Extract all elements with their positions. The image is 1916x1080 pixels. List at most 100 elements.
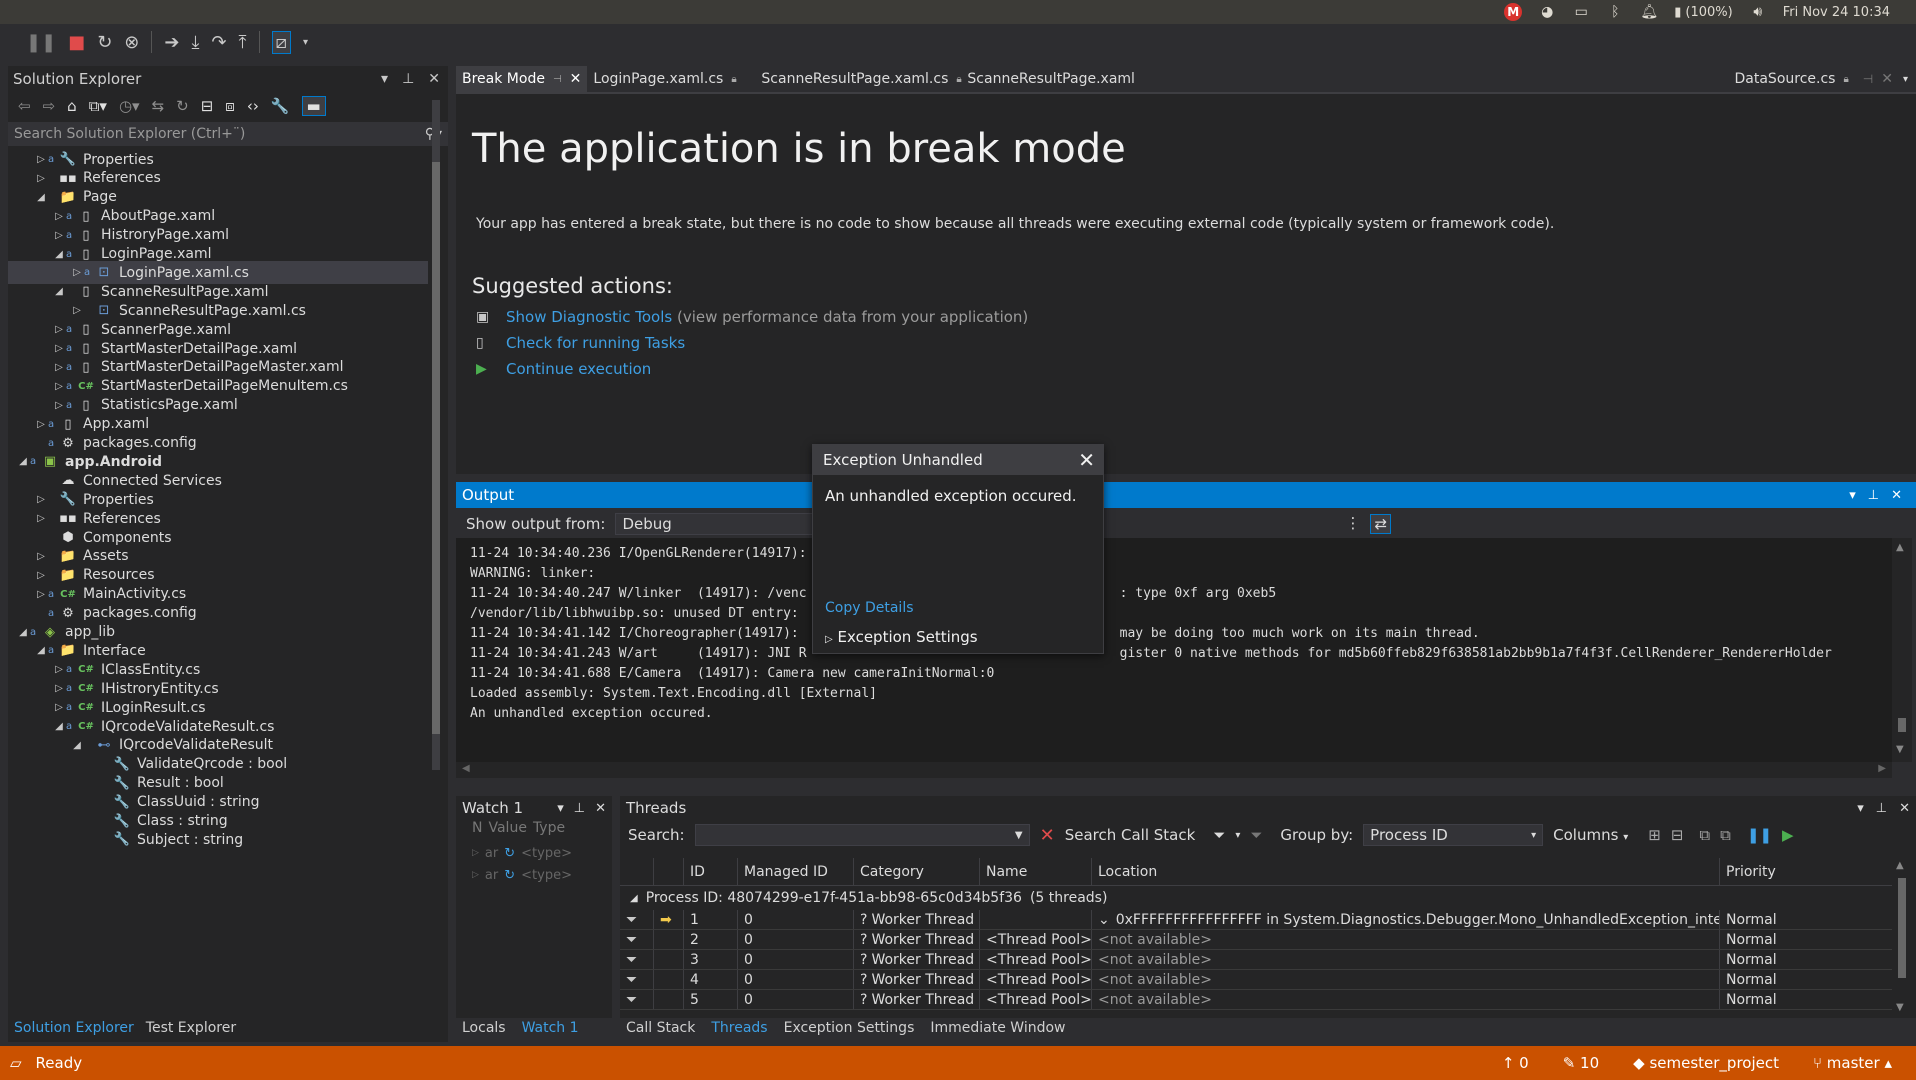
discord-icon[interactable]: ◕ xyxy=(1538,4,1556,20)
expand-arrow-icon[interactable]: ▷ xyxy=(34,173,48,184)
pin-icon[interactable]: ⊥ xyxy=(1868,488,1879,503)
forward-icon[interactable]: ⇨ xyxy=(43,97,56,115)
stop-icon[interactable]: ■ xyxy=(68,32,85,53)
play-icon[interactable]: ▶ xyxy=(1782,826,1794,844)
mail-icon[interactable]: M xyxy=(1504,3,1523,21)
tab-test-explorer[interactable]: Test Explorer xyxy=(140,1020,242,1042)
pending-changes[interactable]: ✎ 10 xyxy=(1563,1054,1599,1072)
clear-filter-icon[interactable]: ⏷ xyxy=(1250,826,1262,844)
flag-icon[interactable]: ⏷ xyxy=(620,950,654,969)
pin-icon[interactable]: ⊥ xyxy=(402,71,414,87)
pin-icon[interactable]: ⊥ xyxy=(1876,801,1887,816)
close-icon[interactable]: ✕ xyxy=(428,71,440,87)
tab-immediate-window[interactable]: Immediate Window xyxy=(924,1020,1071,1042)
expand-arrow-icon[interactable]: ▷ xyxy=(34,154,48,165)
table-row[interactable]: ⏷ ➡ 1 0? Worker Thread ⌄ 0xFFFFFFFFFFFFFFFF … xyxy=(620,910,1896,930)
collapse-arrow-icon[interactable]: ◢ xyxy=(16,627,30,638)
expand-arrow-icon[interactable]: ▷ xyxy=(52,362,66,373)
process-group-row[interactable]: ◢ Process ID: 48074299-e17f-451a-bb98-65… xyxy=(620,886,1896,910)
collapse-arrow-icon[interactable]: ◢ xyxy=(70,740,84,751)
watch-col-name[interactable]: N xyxy=(472,820,482,842)
col-flag[interactable] xyxy=(620,858,654,885)
refresh-icon[interactable]: ↻ xyxy=(504,868,515,883)
col-name[interactable]: Name xyxy=(980,858,1092,885)
flag-icon[interactable]: ⏷ xyxy=(620,970,654,989)
expand-groups-icon[interactable]: ⊞ xyxy=(1648,826,1661,844)
clock[interactable]: Fri Nov 24 10:34 xyxy=(1783,5,1890,20)
output-log[interactable]: 11-24 10:34:40.236 I/OpenGLRenderer(1491… xyxy=(456,538,1892,762)
thaw-threads-icon[interactable]: ⧉ xyxy=(1720,826,1731,844)
refresh-icon[interactable]: ↻ xyxy=(176,97,189,115)
collapse-all-icon[interactable]: ⊟ xyxy=(201,97,214,115)
collapse-arrow-icon[interactable]: ◢ xyxy=(34,192,48,203)
chevron-down-icon[interactable]: ⌄ xyxy=(1098,912,1110,928)
search-input[interactable]: Search Solution Explorer (Ctrl+¨) xyxy=(14,126,245,142)
copy-details-link[interactable]: Copy Details xyxy=(825,600,914,616)
restart-icon[interactable]: ↻ xyxy=(97,32,112,53)
freeze-threads-icon[interactable]: ⧉ xyxy=(1699,826,1710,844)
expand-arrow-icon[interactable]: ▷ xyxy=(52,683,66,694)
expand-arrow-icon[interactable]: ▷ xyxy=(52,343,66,354)
watch-row[interactable]: ▷ ar ↻ <type> xyxy=(456,864,612,886)
toolbar-overflow-icon[interactable]: ▾ xyxy=(303,37,308,48)
filter-icon[interactable]: ⏷ xyxy=(1213,826,1225,844)
sync-icon[interactable]: ⇆ xyxy=(152,97,165,115)
view-code-icon[interactable]: ‹› xyxy=(247,97,259,115)
toggle-output-icon[interactable]: ⇄ xyxy=(1370,514,1392,534)
tree-item[interactable]: 🔧 Subject : string xyxy=(8,828,428,851)
expand-arrow-icon[interactable]: ▷ xyxy=(52,664,66,675)
pin-icon[interactable]: ⊣ xyxy=(553,74,562,85)
properties-icon[interactable]: 🔧 xyxy=(271,97,290,115)
collapse-arrow-icon[interactable]: ◢ xyxy=(630,893,638,904)
col-category[interactable]: Category xyxy=(854,858,980,885)
output-horizontal-scrollbar[interactable]: ◀ ▶ xyxy=(456,762,1892,778)
volume-icon[interactable]: 🔊︎ xyxy=(1749,4,1767,20)
refresh-icon[interactable]: ↻ xyxy=(504,846,515,861)
tab-threads[interactable]: Threads xyxy=(705,1020,773,1042)
detach-icon[interactable]: ⊗ xyxy=(124,32,139,53)
step-out-icon[interactable]: ⤒ xyxy=(239,32,247,53)
expand-arrow-icon[interactable]: ▷ xyxy=(52,381,66,392)
table-row[interactable]: ⏷ 4 0? Worker Thread <Thread Pool> <not avai… xyxy=(620,970,1896,990)
dropdown-icon[interactable]: ▾ xyxy=(557,801,564,816)
bluetooth-icon[interactable]: ᛒ xyxy=(1606,4,1624,20)
threads-search-input[interactable]: ▼ xyxy=(694,824,1030,846)
screen-icon[interactable]: ▭ xyxy=(1572,4,1590,20)
flag-icon[interactable]: ⏷ xyxy=(620,990,654,1009)
battery-indicator[interactable]: ▮ (100%) xyxy=(1674,5,1732,20)
expand-arrow-icon[interactable]: ▷ xyxy=(52,230,66,241)
show-all-files-icon[interactable]: ⧈ xyxy=(225,97,235,115)
back-icon[interactable]: ⇦ xyxy=(18,97,31,115)
close-icon[interactable]: ✕ xyxy=(1078,448,1095,472)
bell-icon[interactable]: 🔔︎ xyxy=(1640,4,1658,20)
expand-arrow-icon[interactable]: ▷ xyxy=(34,513,48,524)
tab-break-mode[interactable]: Break Mode ⊣ ✕ xyxy=(456,66,588,92)
flag-icon[interactable]: ⏷ xyxy=(620,930,654,949)
col-location[interactable]: Location xyxy=(1092,858,1720,885)
col-current[interactable] xyxy=(654,858,684,885)
show-diagnostic-tools-link[interactable]: Show Diagnostic Tools xyxy=(506,308,672,326)
close-icon[interactable]: ✕ xyxy=(570,71,582,87)
table-row[interactable]: ⏷ 5 0? Worker Thread <Thread Pool> <not avai… xyxy=(620,990,1896,1010)
expand-arrow-icon[interactable]: ▷ xyxy=(52,211,66,222)
expand-arrow-icon[interactable]: ▷ xyxy=(70,267,84,278)
expand-arrow-icon[interactable]: ▷ xyxy=(34,589,48,600)
collapse-groups-icon[interactable]: ⊟ xyxy=(1671,826,1684,844)
dropdown-icon[interactable]: ▾ xyxy=(1849,488,1856,503)
table-row[interactable]: ⏷ 3 0? Worker Thread <Thread Pool> <not avai… xyxy=(620,950,1896,970)
close-icon[interactable]: ✕ xyxy=(1881,71,1893,87)
expand-arrow-icon[interactable]: ▷ xyxy=(52,400,66,411)
pause-icon[interactable]: ❚❚ xyxy=(26,32,56,53)
expand-arrow-icon[interactable]: ▷ xyxy=(34,419,48,430)
search-call-stack-button[interactable]: Search Call Stack xyxy=(1065,826,1196,844)
tab-watch-1[interactable]: Watch 1 xyxy=(516,1020,585,1042)
solution-explorer-search[interactable]: Search Solution Explorer (Ctrl+¨) ⚲▾ xyxy=(8,122,448,146)
expand-arrow-icon[interactable]: ▷ xyxy=(34,494,48,505)
switch-views-icon[interactable]: ⧉▾ xyxy=(89,97,107,115)
output-vertical-scrollbar[interactable]: ▲ ▼ xyxy=(1892,538,1912,762)
expand-arrow-icon[interactable]: ▷ xyxy=(70,305,84,316)
check-running-tasks-link[interactable]: Check for running Tasks xyxy=(506,334,685,352)
tab-scanneresultpage-xaml-cs[interactable]: ScanneResultPage.xaml.cs 🔒︎ xyxy=(755,66,961,92)
tab-locals[interactable]: Locals xyxy=(456,1020,512,1042)
expand-arrow-icon[interactable]: ▷ xyxy=(34,570,48,581)
